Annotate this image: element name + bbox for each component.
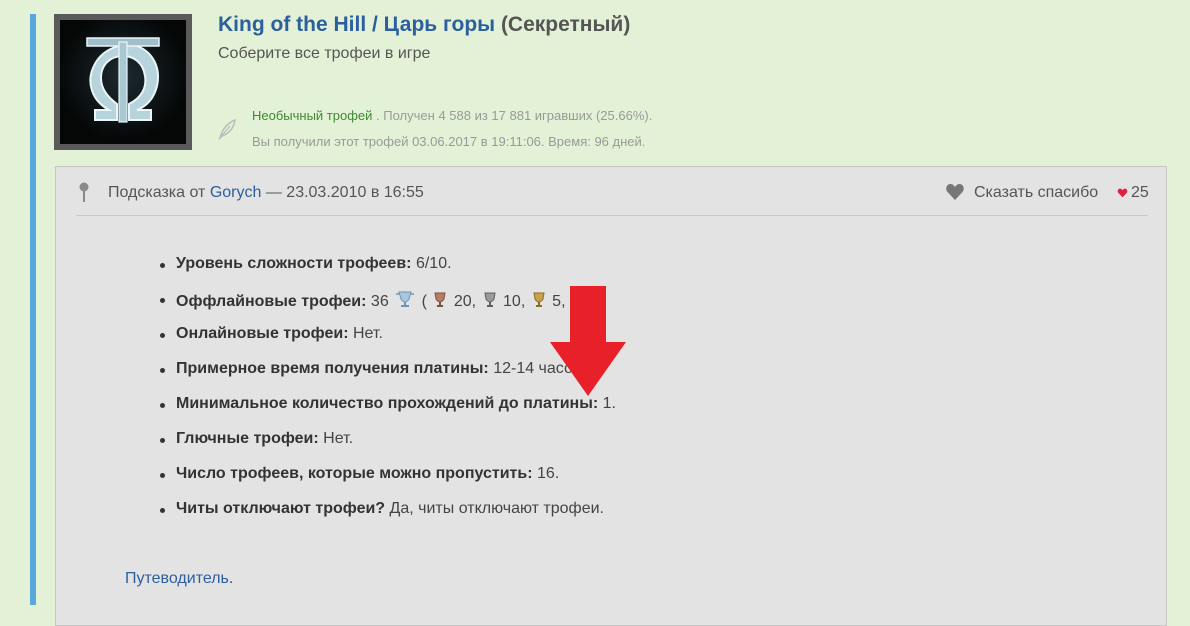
fact-value: Нет. (323, 430, 354, 447)
rarity-stats: . Получен 4 588 из 17 881 игравших (25.6… (376, 108, 653, 123)
list-item: Уровень сложности трофеев: 6/10. (160, 255, 616, 290)
list-item: Глючные трофеи: Нет. (160, 430, 616, 465)
fact-key: Онлайновые трофеи: (176, 325, 349, 342)
fact-value: 6/10. (415, 255, 452, 272)
trophy-title-link[interactable]: King of the Hill / Царь горы (218, 13, 495, 36)
rarity-label: Необычный трофей (252, 108, 373, 123)
fact-key: Глючные трофеи: (176, 430, 319, 447)
gold-trophy-icon (533, 292, 545, 307)
fact-key: Число трофеев, которые можно пропустить: (176, 465, 533, 482)
red-arrow-annotation (550, 286, 626, 396)
hint-byline: Подсказка от Gorych — 23.03.2010 в 16:55 (108, 184, 424, 202)
heart-outline-icon[interactable] (945, 182, 965, 202)
hint-header: Подсказка от Gorych — 23.03.2010 в 16:55… (76, 167, 1149, 216)
fact-value: 16. (537, 465, 560, 482)
list-item: Минимальное количество прохождений до пл… (160, 395, 616, 430)
likes-count: 25 (1131, 184, 1149, 201)
fact-key: Уровень сложности трофеев: (176, 255, 412, 272)
fact-value: Да, читы отключают трофеи. (389, 500, 604, 517)
fact-key: Оффлайновые трофеи: (176, 293, 367, 310)
guide-link-line: Путеводитель. (125, 570, 233, 588)
fact-value: 36 (370, 293, 389, 310)
earned-date: Вы получили этот трофей 03.06.2017 в 19:… (252, 134, 646, 149)
say-thanks-button[interactable]: Сказать спасибо (974, 184, 1098, 202)
feather-icon (218, 118, 236, 140)
silver-trophy-icon (483, 292, 496, 307)
omega-emblem-icon (86, 37, 160, 123)
trophy-image (54, 14, 192, 150)
heart-icon (1117, 188, 1128, 198)
fact-key: Минимальное количество прохождений до пл… (176, 395, 599, 412)
hint-date: — 23.03.2010 в 16:55 (265, 184, 424, 201)
pin-icon (79, 182, 89, 202)
trophy-description: Соберите все трофеи в игре (218, 45, 431, 62)
bronze-count: 20, (453, 293, 477, 310)
silver-count: 10, (503, 293, 526, 310)
accent-bar (30, 14, 36, 605)
bronze-trophy-icon (434, 292, 446, 307)
fact-key: Примерное время получения платины: (176, 360, 489, 377)
guide-link[interactable]: Путеводитель (125, 570, 229, 587)
platinum-trophy-icon (396, 291, 415, 307)
breakdown-open-paren: ( (421, 293, 427, 310)
list-item: Число трофеев, которые можно пропустить:… (160, 465, 616, 500)
hint-author-link[interactable]: Gorych (210, 184, 262, 201)
hint-prefix: Подсказка от (108, 184, 206, 201)
fact-key: Читы отключают трофеи? (176, 500, 386, 517)
trophy-title: King of the Hill / Царь горы (Секретный) (218, 13, 630, 37)
list-item: Читы отключают трофеи? Да, читы отключаю… (160, 500, 616, 535)
trophy-rarity-line: Необычный трофей . Получен 4 588 из 17 8… (252, 108, 652, 123)
secret-label: (Секретный) (500, 13, 631, 36)
fact-value: Нет. (352, 325, 383, 342)
guide-link-period: . (228, 570, 234, 587)
